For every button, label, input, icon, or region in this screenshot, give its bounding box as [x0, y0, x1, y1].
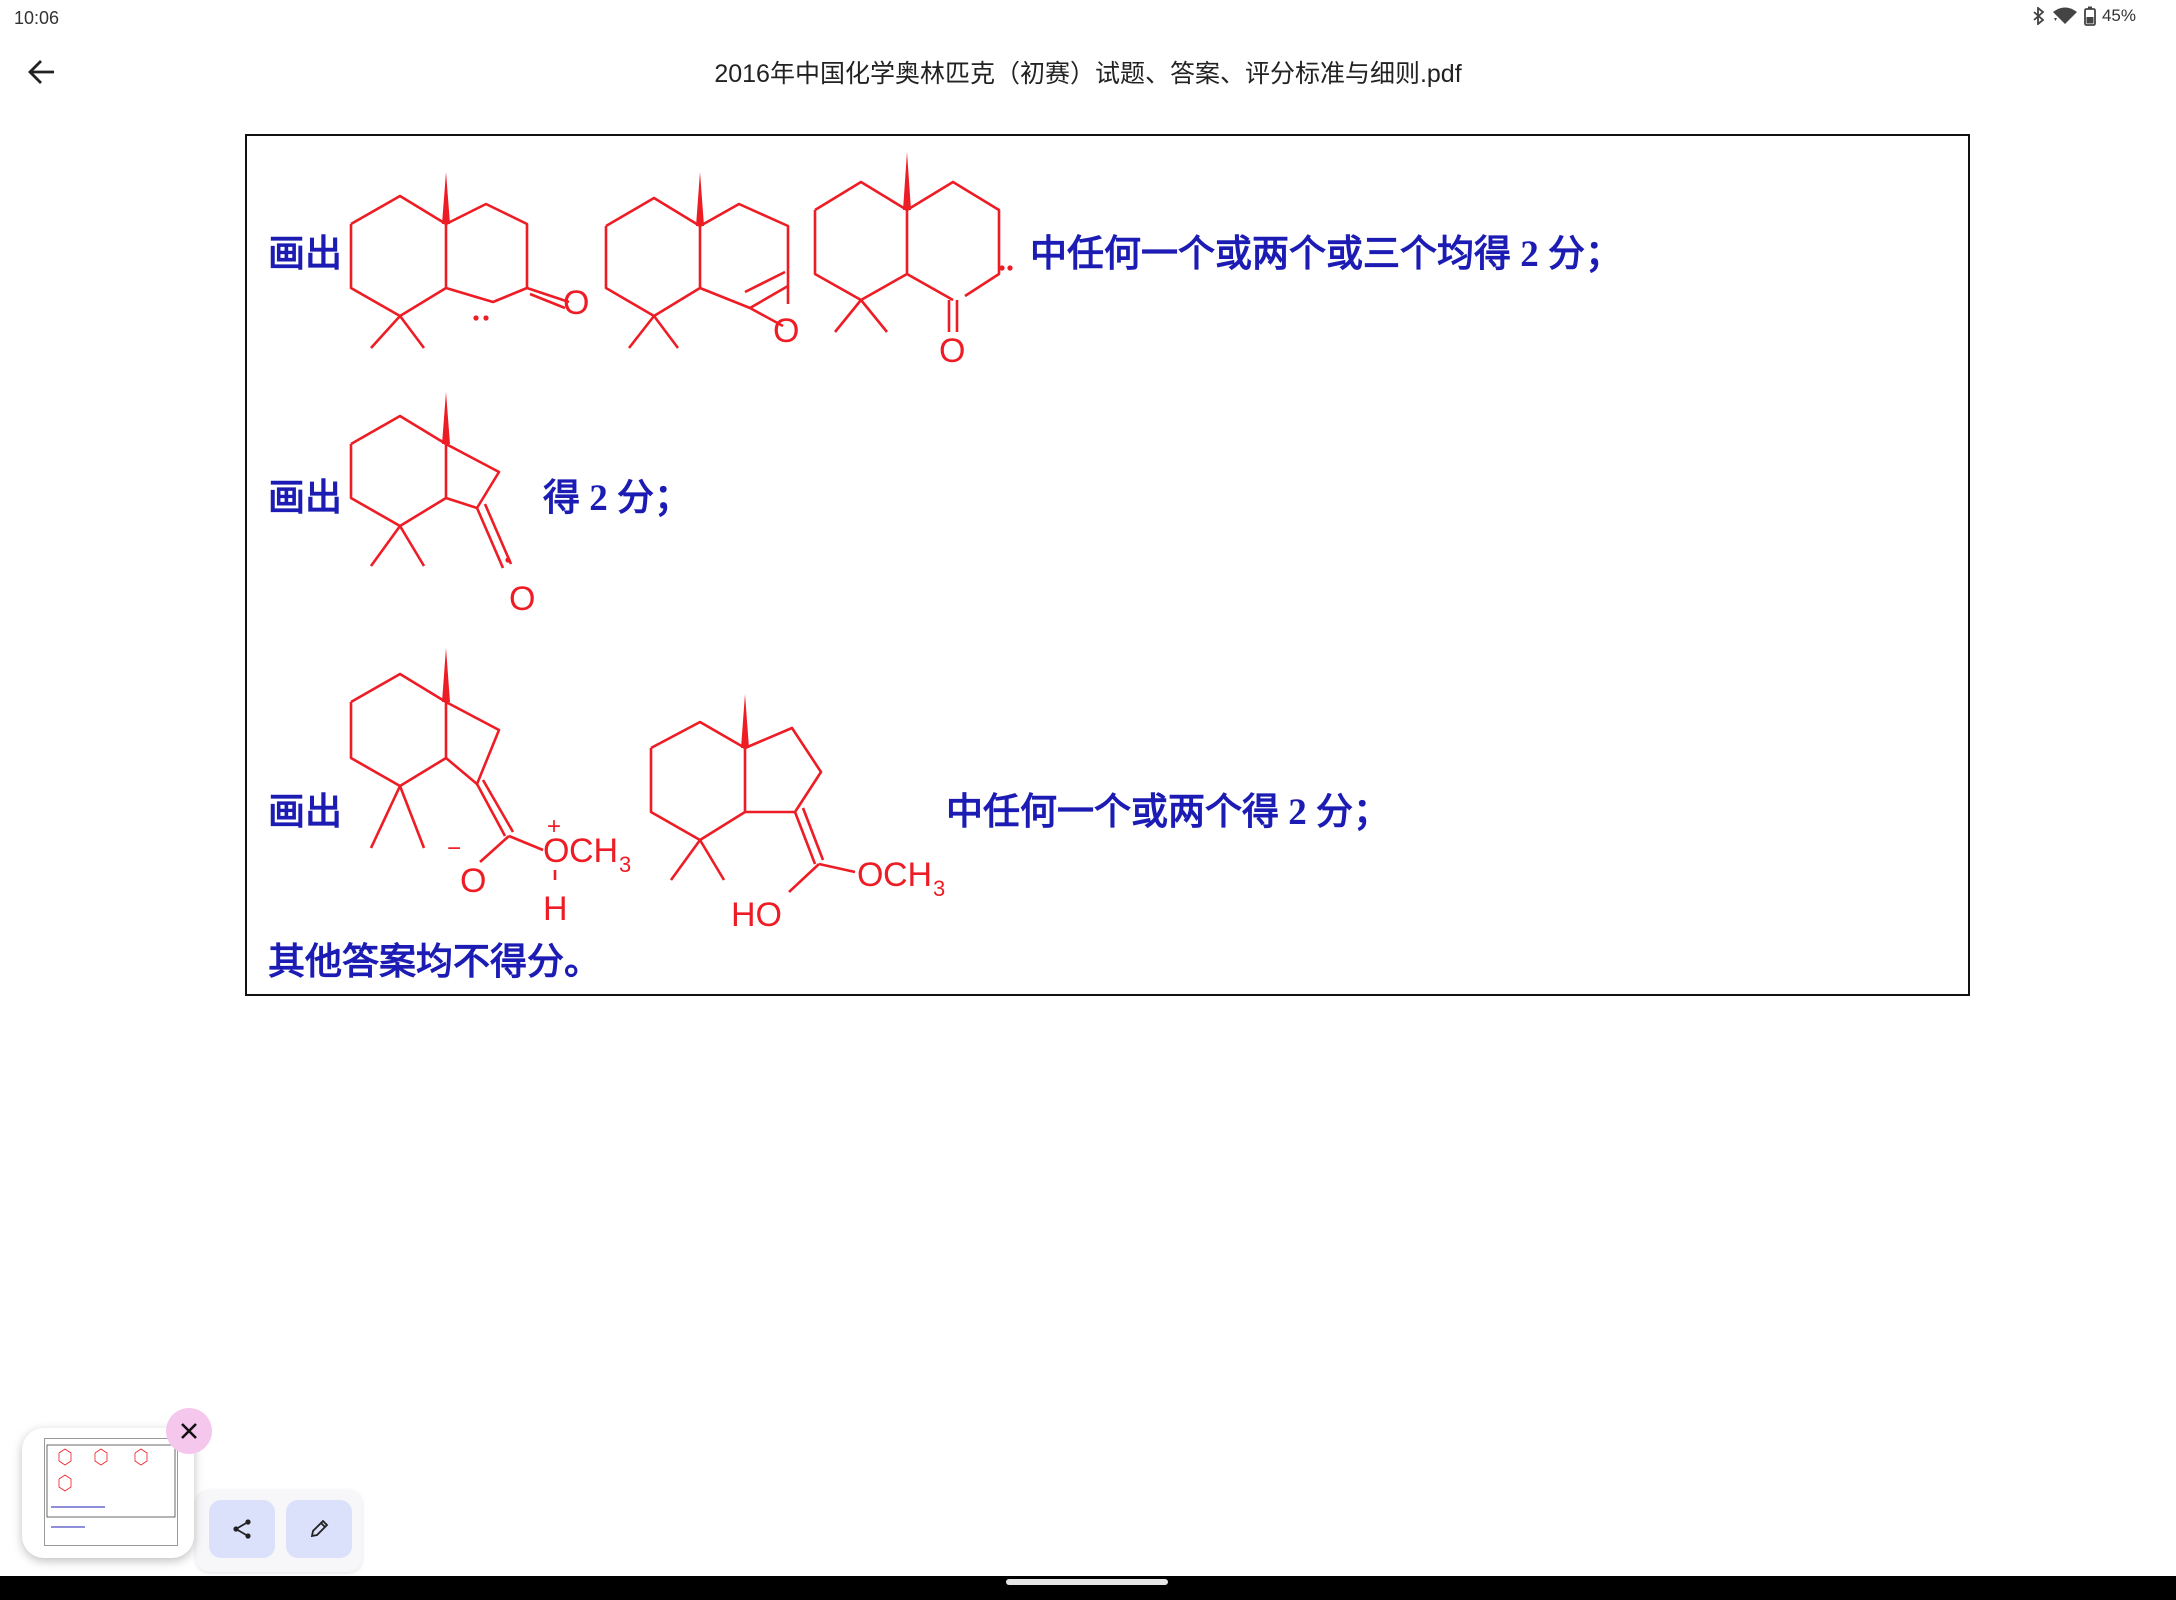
molecule-ketene: O [349, 392, 535, 618]
share-button[interactable] [209, 1500, 275, 1558]
enol-ho: HO [731, 896, 782, 934]
thumbnail-preview [44, 1438, 178, 1546]
close-icon [181, 1423, 197, 1439]
edit-button[interactable] [286, 1500, 352, 1558]
plus-charge: + [547, 813, 561, 840]
gesture-handle[interactable] [1006, 1579, 1168, 1585]
bluetooth-icon [2033, 7, 2045, 25]
status-icons: 45% [2032, 6, 2136, 26]
row1-suffix: 中任何一个或两个或三个均得 2 分； [1030, 234, 1622, 275]
molecule-epoxide: O [604, 172, 799, 350]
o-minus: O [460, 862, 486, 900]
ester-sub3: 3 [933, 876, 945, 901]
pdf-page: 画出 O O O O O − O CH 3 + H HO O CH 3 中任何一… [245, 134, 1970, 996]
molecule-alpha-ketone: O [813, 152, 1013, 370]
status-time: 10:06 [14, 8, 60, 28]
molecule-ketone: O [349, 172, 589, 349]
molecule-enol: HO O CH 3 [649, 694, 945, 934]
share-icon [233, 1519, 251, 1539]
row2-suffix: 得 2 分； [543, 478, 691, 519]
oxonium-h: H [543, 890, 568, 928]
pencil-icon [310, 1519, 329, 1538]
row3-prefix: 画出 [268, 792, 342, 833]
carbonyl-o-2: O [939, 332, 965, 370]
footer-note: 其他答案均不得分。 [268, 942, 601, 983]
thumbnail-image [46, 1444, 176, 1528]
epoxide-o: O [773, 312, 799, 350]
app-bar: 2016年中国化学奥林匹克（初赛）试题、答案、评分标准与细则.pdf [0, 36, 2176, 106]
ester-ch: CH [883, 856, 932, 894]
battery-percent: 45% [2101, 6, 2136, 25]
oxonium-ch: CH [569, 832, 618, 870]
status-bar: 10:06 45% [0, 0, 2176, 36]
document-title: 2016年中国化学奥林匹克（初赛）试题、答案、评分标准与细则.pdf [714, 60, 1462, 88]
oxonium-sub3: 3 [619, 852, 631, 877]
carbonyl-o-3: O [509, 580, 535, 618]
row3-suffix: 中任何一个或两个得 2 分； [946, 792, 1390, 833]
molecule-zwitterion: O − O CH 3 + H [349, 648, 631, 928]
wifi-icon [2052, 7, 2077, 24]
minus-charge: − [447, 835, 461, 862]
carbonyl-o-1: O [563, 284, 589, 322]
row2-prefix: 画出 [268, 478, 342, 519]
screenshot-thumbnail[interactable] [22, 1428, 194, 1558]
thumbnail-close-button[interactable] [166, 1408, 212, 1454]
battery-icon [2084, 6, 2096, 26]
ester-o: O [857, 856, 883, 894]
